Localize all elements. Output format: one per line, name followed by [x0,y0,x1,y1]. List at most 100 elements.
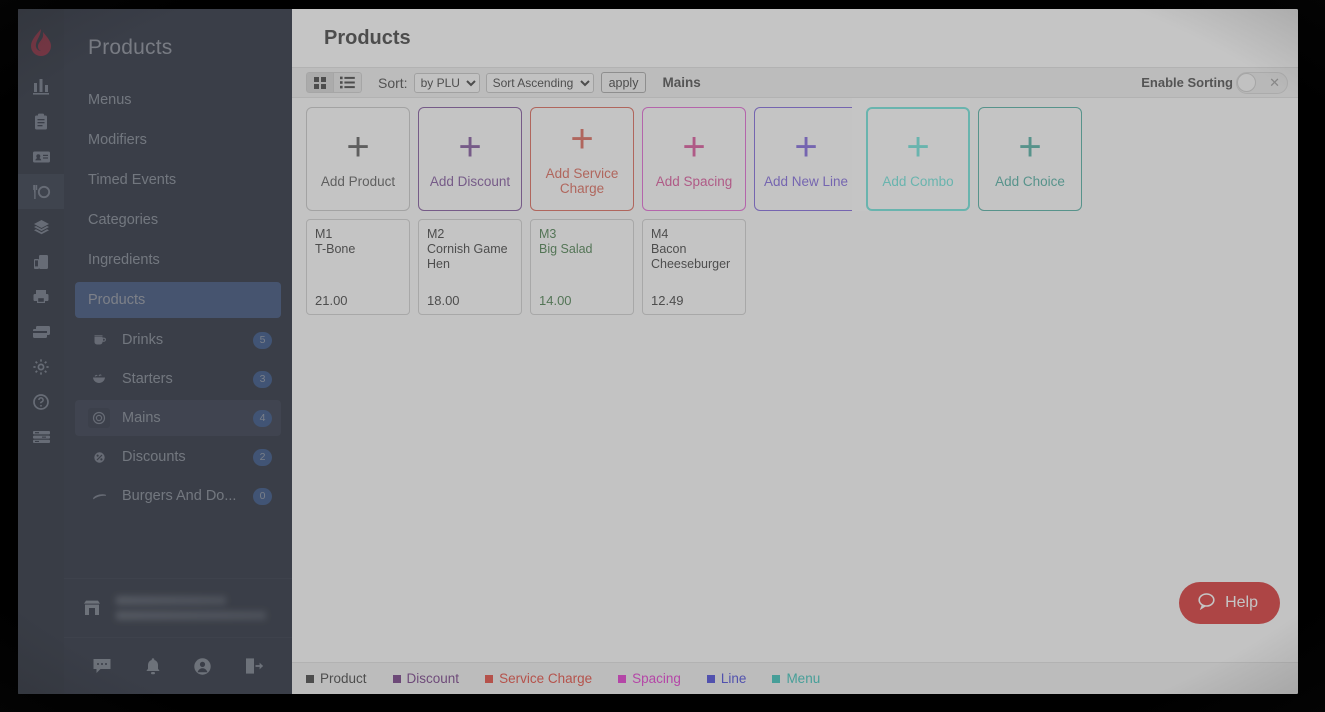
sidebar-category-mains[interactable]: Mains 4 [75,400,281,436]
product-name: Bacon Cheeseburger [651,242,737,272]
sidebar-item-ingredients[interactable]: Ingredients [75,242,281,278]
enable-sorting-toggle[interactable]: ✕ [1236,72,1288,94]
legend-swatch [393,675,401,683]
sidebar-category-label: Discounts [122,449,245,465]
product-card[interactable]: M4 Bacon Cheeseburger 12.49 [642,219,746,315]
legend-swatch [707,675,715,683]
sidebar-category-label: Mains [122,410,245,426]
tile-label: Add New Line [760,174,852,189]
legend-item-line: Line [707,671,747,686]
product-price: 14.00 [539,293,625,308]
product-price: 12.49 [651,293,737,308]
toolbar-context-label: Mains [662,75,700,90]
sidebar-footer [64,637,292,694]
sort-direction-select[interactable]: Sort Ascending [486,73,594,93]
plus-icon: + [906,130,929,164]
list-view-icon[interactable] [334,72,362,93]
plus-icon: + [346,130,369,164]
product-card[interactable]: M2 Cornish Game Hen 18.00 [418,219,522,315]
sidebar-item-timed-events[interactable]: Timed Events [75,162,281,198]
rail-printer-icon[interactable] [18,279,64,314]
rail-clipboard-icon[interactable] [18,104,64,139]
product-plu: M2 [427,227,513,242]
sidebar-category-badge: 3 [253,371,272,388]
add-spacing-tile[interactable]: + Add Spacing [642,107,746,211]
product-plu: M4 [651,227,737,242]
add-combo-tile[interactable]: + Add Combo [866,107,970,211]
plus-icon: + [794,130,817,164]
store-name-redacted [116,596,266,620]
rail-list-settings-icon[interactable] [18,419,64,454]
chat-icon[interactable] [92,657,112,675]
logout-icon[interactable] [244,657,264,675]
legend-item-service-charge: Service Charge [485,671,592,686]
apply-button[interactable]: apply [601,72,647,93]
sidebar-item-menus[interactable]: Menus [75,82,281,118]
sidebar-category-badge: 4 [253,410,272,427]
legend-item-discount: Discount [393,671,460,686]
legend-label: Product [320,671,367,686]
rail-gear-icon[interactable] [18,349,64,384]
add-tiles-row: + Add Product + Add Discount + Add Servi… [306,107,1298,211]
product-cards-row: M1 T-Bone 21.00 M2 Cornish Game Hen 18.0… [306,219,1298,315]
plus-icon: + [570,122,593,156]
sidebar-category-drinks[interactable]: Drinks 5 [75,322,281,358]
sidebar-category-label: Burgers And Do... [122,488,245,504]
lightspeed-flame-logo[interactable] [18,17,64,69]
legend-swatch [485,675,493,683]
chat-bubble-icon [1197,592,1216,615]
product-card[interactable]: M3 Big Salad 14.00 [530,219,634,315]
help-button-label: Help [1225,594,1258,612]
redacted-line [116,611,266,620]
product-card[interactable]: M1 T-Bone 21.00 [306,219,410,315]
product-name: Big Salad [539,242,625,257]
rail-reports-chart-icon[interactable] [18,69,64,104]
help-button[interactable]: Help [1179,582,1280,624]
legend-swatch [618,675,626,683]
sidebar-item-categories[interactable]: Categories [75,202,281,238]
bell-icon[interactable] [144,657,162,676]
rail-devices-icon[interactable] [18,244,64,279]
sidebar-category-badge: 2 [253,449,272,466]
legend-label: Discount [407,671,460,686]
close-icon[interactable]: ✕ [1269,73,1280,93]
product-price: 21.00 [315,293,401,308]
sidebar-item-modifiers[interactable]: Modifiers [75,122,281,158]
rail-payment-cards-icon[interactable] [18,314,64,349]
rail-layers-icon[interactable] [18,209,64,244]
tile-label: Add Combo [878,174,957,189]
account-icon[interactable] [193,657,212,676]
add-discount-tile[interactable]: + Add Discount [418,107,522,211]
sidebar-title: Products [64,9,292,82]
add-choice-tile[interactable]: + Add Choice [978,107,1082,211]
burger-icon [88,486,110,506]
rail-menu-management-icon[interactable] [18,174,64,209]
toolbar-right: Enable Sorting ✕ [1141,72,1288,94]
sidebar-item-products[interactable]: Products [75,282,281,318]
legend-item-spacing: Spacing [618,671,681,686]
add-product-tile[interactable]: + Add Product [306,107,410,211]
legend-swatch [772,675,780,683]
plate-icon [88,408,110,428]
tile-label: Add Spacing [652,174,737,189]
sidebar-category-discounts[interactable]: Discounts 2 [75,439,281,475]
add-new-line-tile[interactable]: + Add New Line [754,107,858,211]
product-price: 18.00 [427,293,513,308]
legend-item-product: Product [306,671,367,686]
grid-view-icon[interactable] [306,72,334,93]
tile-label: Add Choice [991,174,1069,189]
sidebar-category-burgers-and-dogs[interactable]: Burgers And Do... 0 [75,478,281,514]
sidebar-category-badge: 0 [253,488,272,505]
sidebar-category-starters[interactable]: Starters 3 [75,361,281,397]
sort-label: Sort: [378,75,408,91]
legend-label: Menu [786,671,820,686]
add-service-charge-tile[interactable]: + Add Service Charge [530,107,634,211]
product-plu: M3 [539,227,625,242]
store-info[interactable] [64,579,292,637]
rail-help-circle-icon[interactable] [18,384,64,419]
rail-id-card-icon[interactable] [18,139,64,174]
icon-rail [18,9,64,694]
tile-label: Add Discount [426,174,514,189]
product-name: Cornish Game Hen [427,242,513,272]
sort-field-select[interactable]: by PLU [414,73,480,93]
